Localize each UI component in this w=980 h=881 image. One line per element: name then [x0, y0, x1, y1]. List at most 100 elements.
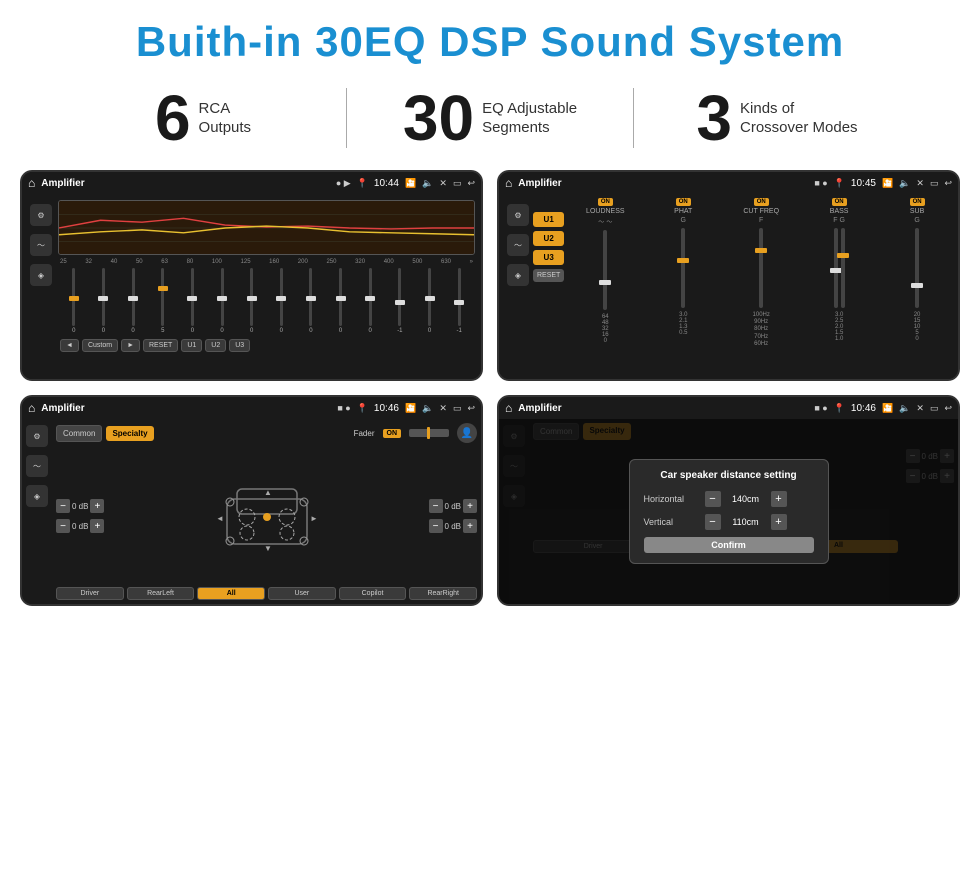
dialog-horizontal-minus[interactable]: −: [705, 491, 721, 507]
db-value-4: 0 dB: [445, 522, 461, 531]
dialog-vertical-minus[interactable]: −: [705, 514, 721, 530]
slider-8[interactable]: 0: [267, 268, 295, 334]
fader-specialty-btn[interactable]: Specialty: [106, 426, 153, 441]
bass-on: ON: [832, 198, 847, 206]
fader-profile-icon[interactable]: 👤: [457, 423, 477, 443]
eq-custom-btn[interactable]: Custom: [82, 339, 118, 352]
eq-main-panel: 2532405063 80100125160200 25032040050063…: [56, 198, 477, 375]
fader-common-btn[interactable]: Common: [56, 425, 102, 442]
db-plus-1[interactable]: +: [90, 499, 104, 513]
db-minus-1[interactable]: −: [56, 499, 70, 513]
crossover-u1-btn[interactable]: U1: [533, 212, 564, 227]
eq-u1-btn[interactable]: U1: [181, 339, 202, 352]
eq-filter-icon[interactable]: ⚙: [30, 204, 52, 226]
crossover-title: Amplifier: [518, 178, 808, 189]
dialog-horizontal-value: 140cm: [727, 494, 765, 504]
dialog-horizontal-plus[interactable]: +: [771, 491, 787, 507]
fader-speaker-icon[interactable]: ◈: [26, 485, 48, 507]
fader-left-db: − 0 dB + − 0 dB +: [56, 499, 104, 533]
loudness-on: ON: [598, 198, 613, 206]
loudness-slider[interactable]: [603, 230, 607, 310]
slider-6[interactable]: 0: [208, 268, 236, 334]
db-plus-4[interactable]: +: [463, 519, 477, 533]
db-minus-3[interactable]: −: [429, 499, 443, 513]
eq-speaker-icon[interactable]: ◈: [30, 264, 52, 286]
slider-12[interactable]: -1: [386, 268, 414, 334]
fader-user-btn[interactable]: User: [268, 587, 336, 600]
dialog-confirm-button[interactable]: Confirm: [644, 537, 814, 553]
distance-dot-icon: ■ ●: [814, 403, 827, 413]
phat-group: ON PHAT G 3.02.11.30.5: [646, 198, 720, 375]
distance-dialog: Car speaker distance setting Horizontal …: [629, 459, 829, 564]
eq-u3-btn[interactable]: U3: [229, 339, 250, 352]
crossover-wave-icon[interactable]: 〜: [507, 234, 529, 256]
svg-text:►: ►: [310, 514, 318, 523]
dialog-title: Car speaker distance setting: [644, 470, 814, 481]
slider-4[interactable]: 5: [149, 268, 177, 334]
eq-u2-btn[interactable]: U2: [205, 339, 226, 352]
fader-middle: − 0 dB + − 0 dB +: [56, 447, 477, 585]
car-diagram: ▲ ▼ ◄ ►: [110, 479, 422, 554]
dialog-horizontal-label: Horizontal: [644, 494, 699, 504]
fader-rearright-btn[interactable]: RearRight: [409, 587, 477, 600]
bass-slider-f[interactable]: [834, 228, 838, 308]
fader-title: Amplifier: [41, 403, 331, 414]
slider-3[interactable]: 0: [119, 268, 147, 334]
db-control-3: − 0 dB +: [429, 499, 477, 513]
slider-9[interactable]: 0: [297, 268, 325, 334]
eq-rect-icon: ▭: [453, 178, 462, 189]
bass-group: ON BASS F G 3.02.52.01.51.0: [802, 198, 876, 375]
slider-7[interactable]: 0: [238, 268, 266, 334]
slider-5[interactable]: 0: [179, 268, 207, 334]
fader-filter-icon[interactable]: ⚙: [26, 425, 48, 447]
db-minus-4[interactable]: −: [429, 519, 443, 533]
db-plus-2[interactable]: +: [90, 519, 104, 533]
eq-x-icon: ✕: [439, 178, 447, 189]
fader-back-icon: ↩: [467, 403, 475, 414]
fader-rearleft-btn[interactable]: RearLeft: [127, 587, 195, 600]
fader-driver-btn[interactable]: Driver: [56, 587, 124, 600]
stat-eq-number: 30: [403, 86, 474, 150]
eq-play-btn[interactable]: ►: [121, 339, 140, 352]
db-minus-2[interactable]: −: [56, 519, 70, 533]
eq-freq-labels: 2532405063 80100125160200 25032040050063…: [58, 258, 475, 266]
svg-text:▲: ▲: [264, 488, 272, 497]
eq-vol-icon: 🔈: [422, 178, 433, 189]
crossover-speaker-icon[interactable]: ◈: [507, 264, 529, 286]
slider-13[interactable]: 0: [416, 268, 444, 334]
crossover-u2-btn[interactable]: U2: [533, 231, 564, 246]
eq-screen: ⌂ Amplifier ● ▶ 📍 10:44 🎦 🔈 ✕ ▭ ↩ ⚙ 〜 ◈: [20, 170, 483, 381]
phat-on: ON: [676, 198, 691, 206]
fader-cam-icon: 🎦: [405, 403, 416, 414]
eq-wave-icon[interactable]: 〜: [30, 234, 52, 256]
slider-2[interactable]: 0: [90, 268, 118, 334]
slider-14[interactable]: -1: [445, 268, 473, 334]
slider-10[interactable]: 0: [327, 268, 355, 334]
fader-copilot-btn[interactable]: Copilot: [339, 587, 407, 600]
crossover-content: ⚙ 〜 ◈ U1 U2 U3 RESET ON LOUDNESS ～～: [499, 194, 958, 379]
cutfreq-on: ON: [754, 198, 769, 206]
fader-side-icons: ⚙ 〜 ◈: [22, 419, 52, 604]
eq-prev-btn[interactable]: ◄: [60, 339, 79, 352]
dialog-vertical-plus[interactable]: +: [771, 514, 787, 530]
slider-11[interactable]: 0: [356, 268, 384, 334]
slider-1[interactable]: 0: [60, 268, 88, 334]
distance-status-bar: ⌂ Amplifier ■ ● 📍 10:46 🎦 🔈 ✕ ▭ ↩: [499, 397, 958, 419]
crossover-screen: ⌂ Amplifier ■ ● 📍 10:45 🎦 🔈 ✕ ▭ ↩ ⚙ 〜 ◈ …: [497, 170, 960, 381]
sub-slider[interactable]: [915, 228, 919, 308]
distance-pin-icon: 📍: [834, 403, 845, 414]
fader-wave-icon[interactable]: 〜: [26, 455, 48, 477]
eq-title: Amplifier: [41, 178, 330, 189]
db-value-3: 0 dB: [445, 502, 461, 511]
page-title: Buith-in 30EQ DSP Sound System: [0, 0, 980, 76]
db-plus-3[interactable]: +: [463, 499, 477, 513]
crossover-filter-icon[interactable]: ⚙: [507, 204, 529, 226]
crossover-reset-btn[interactable]: RESET: [533, 269, 564, 282]
bass-slider-g[interactable]: [841, 228, 845, 308]
crossover-vol-icon: 🔈: [899, 178, 910, 189]
crossover-u3-btn[interactable]: U3: [533, 250, 564, 265]
cutfreq-slider[interactable]: [759, 228, 763, 308]
phat-slider[interactable]: [681, 228, 685, 308]
eq-reset-btn[interactable]: RESET: [143, 339, 178, 352]
fader-all-btn[interactable]: All: [197, 587, 265, 600]
